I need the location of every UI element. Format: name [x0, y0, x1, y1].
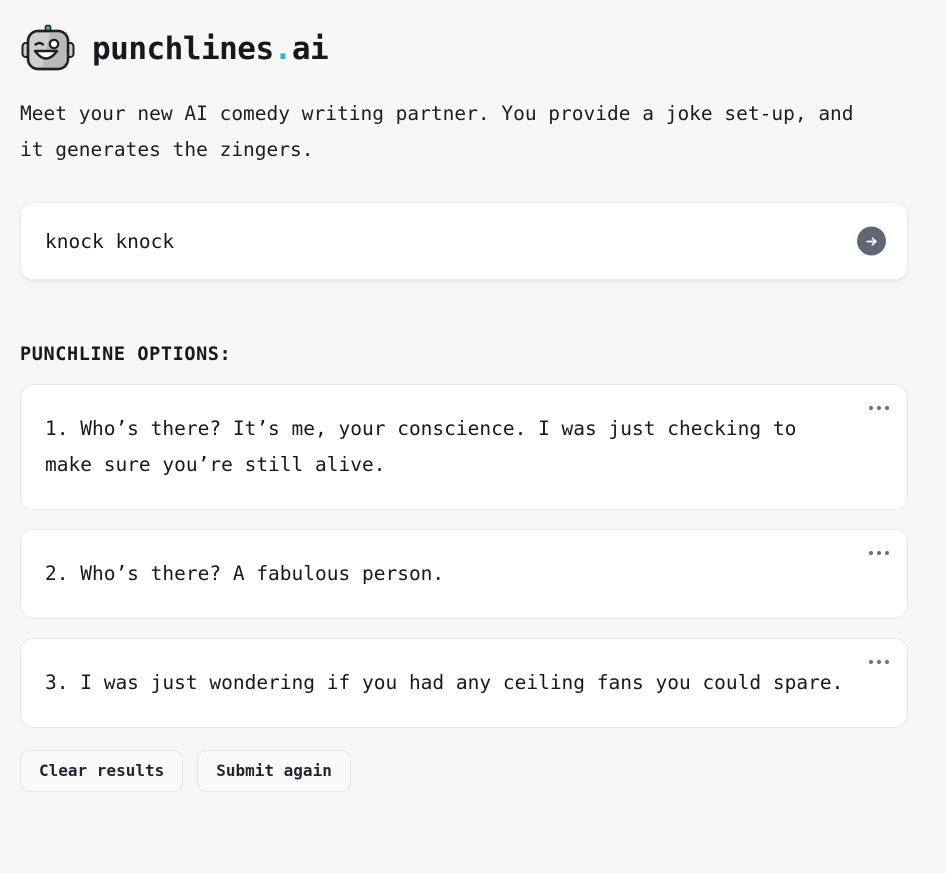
title-dot: . [273, 30, 293, 67]
punchline-list: 1. Who’s there? It’s me, your conscience… [20, 384, 908, 729]
menu-dot [869, 660, 873, 665]
page-title: punchlines.ai [92, 30, 329, 67]
ellipsis-horizontal-icon[interactable] [865, 398, 893, 418]
robot-face-icon [20, 21, 76, 77]
title-main: punchlines [92, 30, 274, 67]
punchline-text: 3. I was just wondering if you had any c… [45, 671, 844, 695]
app-root: punchlines.ai Meet your new AI comedy wr… [0, 0, 946, 873]
prompt-box[interactable] [20, 202, 908, 281]
punchline-card[interactable]: 3. I was just wondering if you had any c… [20, 638, 908, 729]
menu-dot [877, 660, 881, 665]
arrow-right-icon [864, 233, 880, 249]
menu-dot [869, 551, 873, 556]
menu-dot [885, 551, 889, 556]
tagline: Meet your new AI comedy writing partner.… [20, 102, 854, 162]
submit-again-button[interactable]: Submit again [197, 750, 351, 792]
prompt-row [20, 202, 908, 281]
menu-dot [885, 660, 889, 665]
punchline-card[interactable]: 1. Who’s there? It’s me, your conscience… [20, 384, 908, 511]
title-suffix: ai [291, 30, 329, 67]
clear-results-button[interactable]: Clear results [20, 750, 184, 792]
menu-dot [877, 406, 881, 411]
menu-dot [877, 551, 881, 556]
menu-dot [885, 406, 889, 411]
ellipsis-horizontal-icon[interactable] [865, 543, 893, 563]
action-bar: Clear results Submit again [20, 750, 908, 792]
punchline-card[interactable]: 2. Who’s there? A fabulous person. [20, 529, 908, 620]
menu-dot [869, 406, 873, 411]
ellipsis-horizontal-icon[interactable] [865, 652, 893, 672]
app-header: punchlines.ai [20, 18, 908, 80]
joke-setup-input[interactable] [45, 229, 837, 253]
punchline-text: 1. Who’s there? It’s me, your conscience… [45, 417, 797, 477]
submit-button[interactable] [857, 226, 886, 256]
results-label: PUNCHLINE OPTIONS: [20, 344, 232, 366]
punchline-text: 2. Who’s there? A fabulous person. [45, 562, 445, 586]
